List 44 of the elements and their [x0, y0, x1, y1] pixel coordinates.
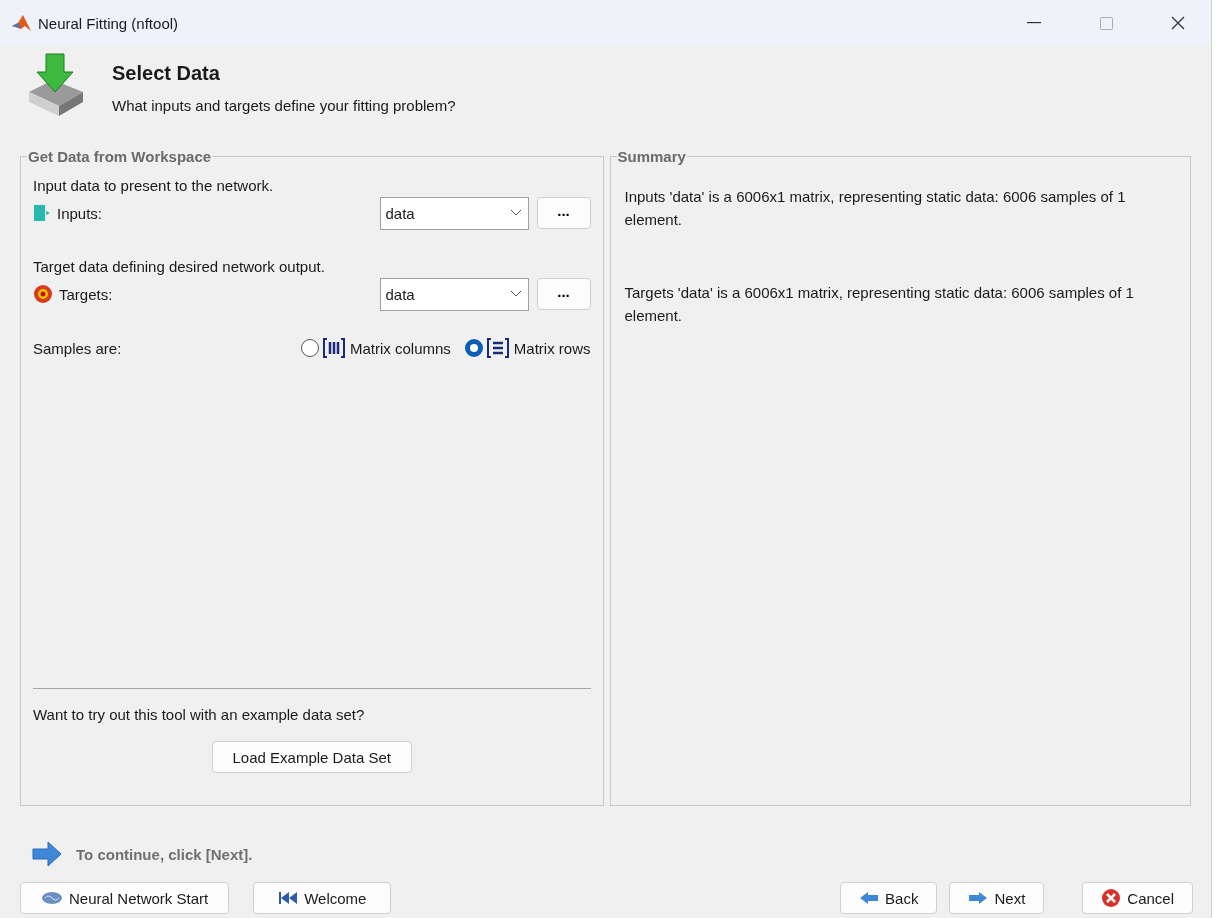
- input-icon: [33, 204, 51, 222]
- option-label: Matrix rows: [513, 339, 591, 357]
- left-arrow-icon: [859, 891, 880, 905]
- target-icon: [33, 284, 53, 304]
- example-prompt: Want to try out this tool with an example data set?: [33, 706, 366, 723]
- rows-icon: [486, 338, 509, 358]
- panel-title: Summary: [616, 148, 687, 165]
- welcome-button[interactable]: Welcome: [253, 882, 392, 914]
- field-description: Target data defining desired network output.: [33, 258, 326, 275]
- load-example-button[interactable]: Load Example Data Set: [211, 741, 412, 773]
- radio-button[interactable]: [300, 339, 319, 357]
- cancel-icon: [1101, 888, 1122, 908]
- samples-label: Samples are:: [33, 339, 123, 357]
- right-arrow-icon: [32, 841, 62, 867]
- back-button[interactable]: Back: [840, 882, 938, 914]
- start-button[interactable]: Neural Network Start: [20, 882, 230, 914]
- download-tray-icon: [26, 52, 86, 116]
- minimize-icon: [1027, 22, 1041, 24]
- chevron-down-icon: [509, 209, 522, 217]
- right-arrow-icon: [968, 891, 989, 905]
- browse-button[interactable]: ...: [536, 278, 591, 310]
- chevron-down-icon: [509, 290, 522, 298]
- data-dropdown[interactable]: data: [379, 277, 529, 311]
- cancel-button[interactable]: Cancel: [1082, 882, 1193, 914]
- summary-text: Targets 'data' is a 6006x1 matrix, representing static data: 6006 samples of 1 element.: [624, 283, 1135, 326]
- page-subtitle: What inputs and targets define your fitting problem?: [112, 97, 456, 114]
- app-logo-icon: [12, 14, 32, 32]
- option-label: Matrix columns: [349, 339, 451, 357]
- window-title: Neural Fitting (nftool): [38, 14, 180, 32]
- rewind-icon: [278, 891, 299, 905]
- browse-button[interactable]: ...: [536, 197, 591, 229]
- field-description: Input data to present to the network.: [33, 177, 275, 194]
- columns-icon: [322, 338, 345, 358]
- radio-button[interactable]: [464, 339, 483, 357]
- summary-text: Inputs 'data' is a 6006x1 matrix, representing static data: 6006 samples of 1 element.: [624, 187, 1127, 230]
- close-icon: [1171, 16, 1185, 30]
- field-label: Targets:: [59, 285, 114, 303]
- hint-text: To continue, click [Next].: [76, 845, 253, 863]
- page-title: Select Data: [112, 62, 221, 85]
- field-label: Inputs:: [57, 204, 104, 222]
- next-button[interactable]: Next: [949, 882, 1045, 914]
- maximize-icon: [1099, 16, 1113, 30]
- data-dropdown[interactable]: data: [379, 196, 529, 230]
- panel-title: Get Data from Workspace: [27, 148, 213, 165]
